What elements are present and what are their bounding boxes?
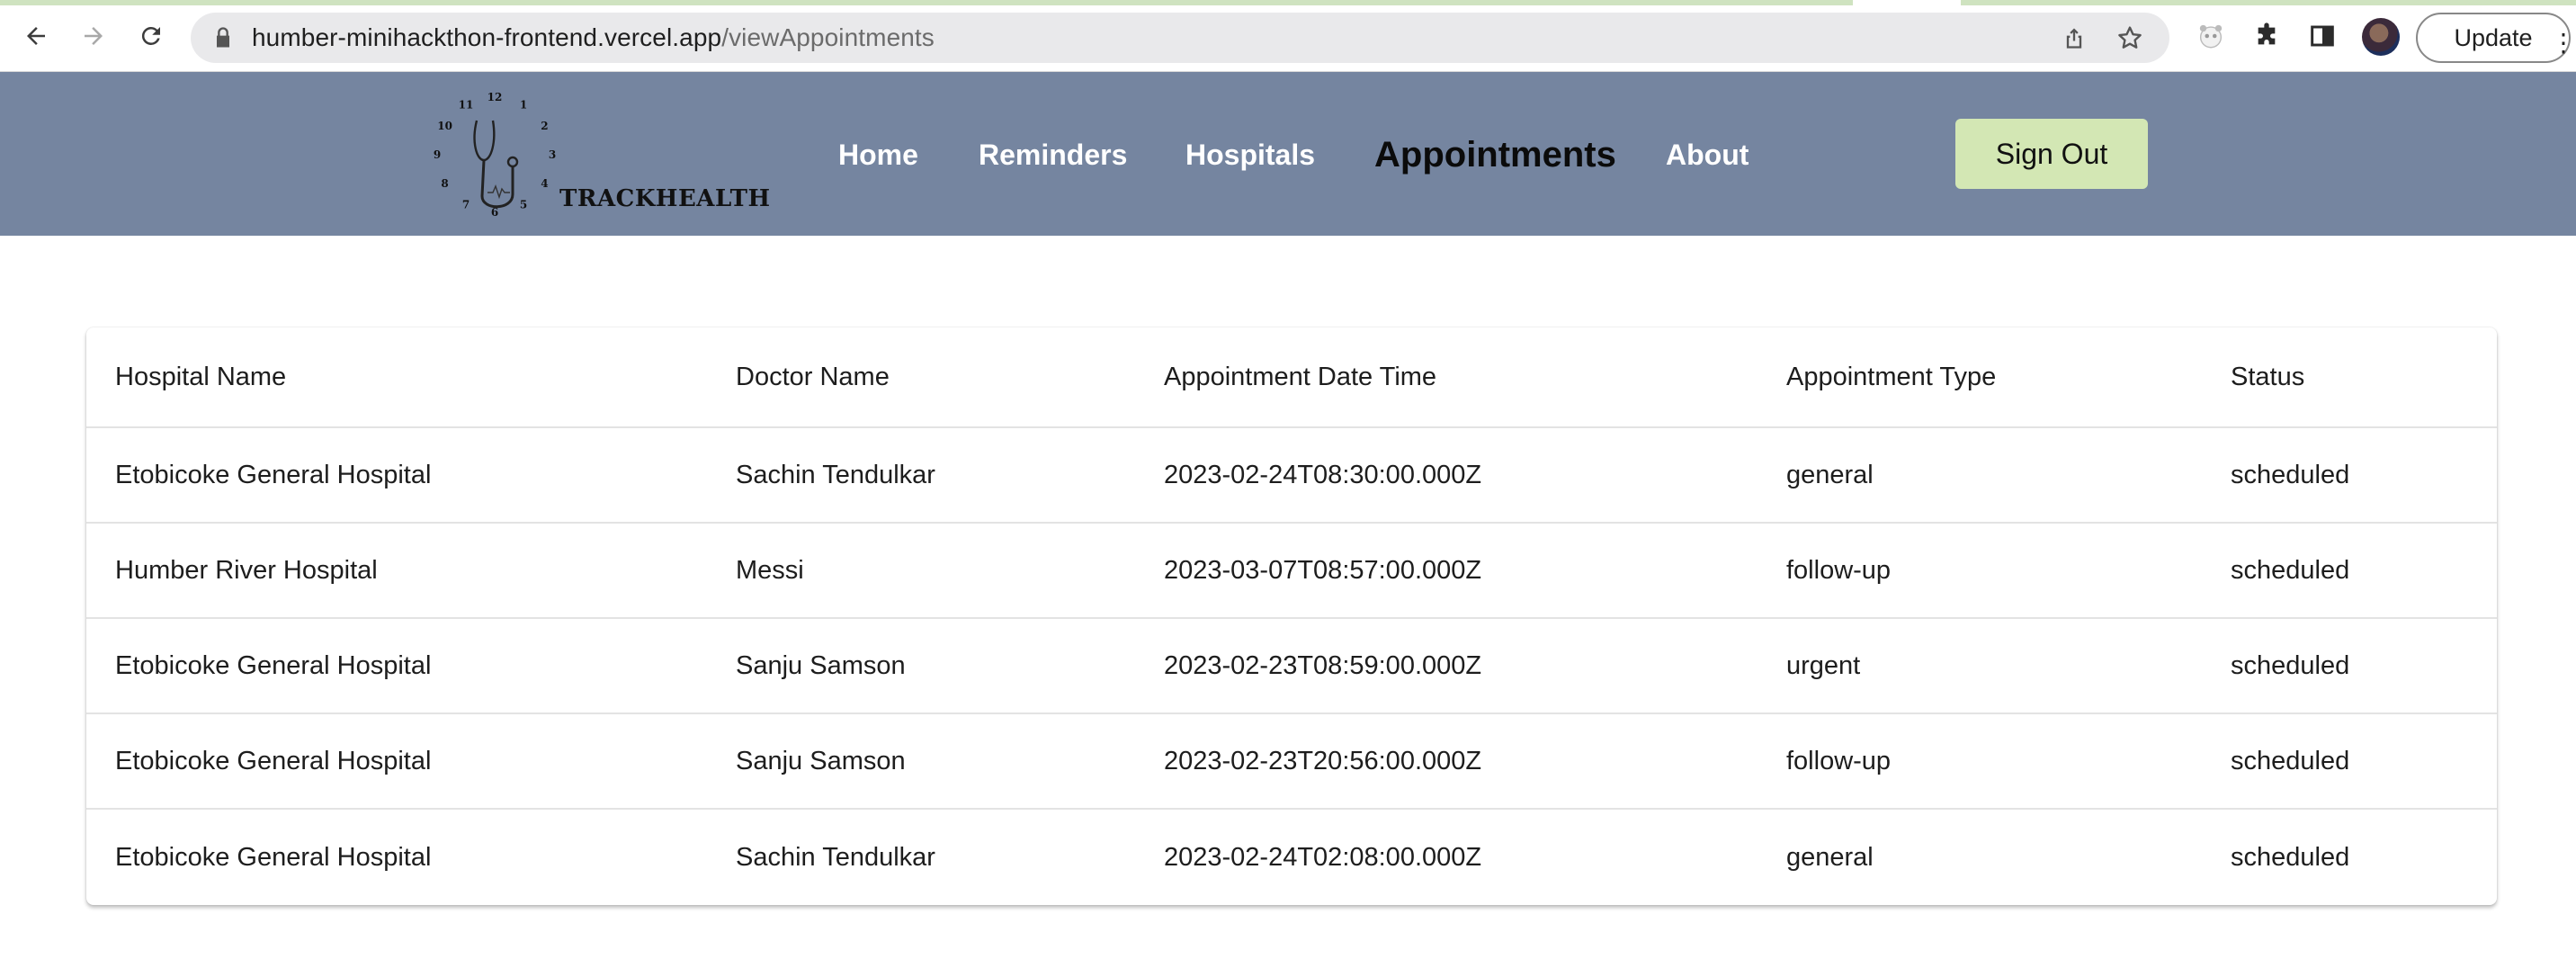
url-path: /viewAppointments <box>721 23 935 51</box>
hospital-cell: Etobicoke General Hospital <box>115 746 432 775</box>
back-icon[interactable] <box>18 18 54 54</box>
address-bar[interactable]: humber-minihackthon-frontend.vercel.app/… <box>191 13 2169 63</box>
status-cell: scheduled <box>2231 746 2350 775</box>
hospital-cell: Humber River Hospital <box>115 555 378 585</box>
datetime-cell: 2023-02-24T02:08:00.000Z <box>1164 842 1482 872</box>
clock-numeral: 7 <box>462 198 470 211</box>
brand-name: TRACKHEALTH <box>559 185 771 212</box>
chrome-menu-icon[interactable]: ⋮ <box>2551 20 2576 67</box>
datetime-cell: 2023-02-23T08:59:00.000Z <box>1164 650 1482 680</box>
table-row: Etobicoke General Hospital Sanju Samson … <box>86 619 2497 714</box>
extensions-puzzle-icon[interactable] <box>2250 20 2283 52</box>
side-panel-icon[interactable] <box>2306 20 2339 52</box>
trackhealth-logo[interactable]: 12 1 2 3 4 5 6 7 8 9 10 11 TRACKHEALTH <box>430 90 772 225</box>
url-host: humber-minihackthon-frontend.vercel.app <box>252 23 722 51</box>
clock-numeral: 4 <box>541 177 548 190</box>
hospital-cell: Etobicoke General Hospital <box>115 460 432 489</box>
clock-numeral: 10 <box>437 120 452 132</box>
status-cell: scheduled <box>2231 842 2350 872</box>
doctor-cell: Sachin Tendulkar <box>736 842 935 872</box>
bookmark-star-icon[interactable] <box>2115 23 2144 52</box>
clock-numeral: 8 <box>441 177 448 190</box>
lock-icon[interactable] <box>210 25 236 50</box>
nav-about-link[interactable]: About <box>1666 139 1749 172</box>
status-cell: scheduled <box>2231 555 2350 585</box>
sign-out-button[interactable]: Sign Out <box>1955 119 2148 189</box>
forward-icon[interactable] <box>76 18 112 54</box>
clock-numeral: 1 <box>520 99 527 112</box>
table-row: Humber River Hospital Messi 2023-03-07T0… <box>86 524 2497 619</box>
page-load-progress <box>0 0 1853 5</box>
url-text: humber-minihackthon-frontend.vercel.app/… <box>252 24 935 51</box>
column-header-doctor: Doctor Name <box>736 362 890 391</box>
profile-avatar[interactable] <box>2362 18 2400 56</box>
browser-toolbar: humber-minihackthon-frontend.vercel.app/… <box>0 0 2576 72</box>
nav-reminders-link[interactable]: Reminders <box>979 139 1127 172</box>
nav-hospitals-link[interactable]: Hospitals <box>1185 139 1315 172</box>
column-header-hospital: Hospital Name <box>115 362 287 391</box>
share-icon[interactable] <box>2062 25 2087 50</box>
reload-icon[interactable] <box>133 18 169 54</box>
column-header-type: Appointment Type <box>1786 362 1997 391</box>
clock-numeral: 12 <box>487 91 503 103</box>
type-cell: follow-up <box>1786 555 1892 585</box>
doctor-cell: Sanju Samson <box>736 746 906 775</box>
update-button[interactable]: Update ⋮ <box>2416 13 2576 63</box>
type-cell: follow-up <box>1786 746 1892 775</box>
status-cell: scheduled <box>2231 460 2350 489</box>
doctor-cell: Sachin Tendulkar <box>736 460 935 489</box>
hospital-cell: Etobicoke General Hospital <box>115 650 432 680</box>
update-label: Update <box>2454 24 2533 51</box>
doctor-cell: Sanju Samson <box>736 650 906 680</box>
table-row: Etobicoke General Hospital Sachin Tendul… <box>86 810 2497 905</box>
clock-numeral: 9 <box>434 148 441 161</box>
hospital-cell: Etobicoke General Hospital <box>115 842 432 872</box>
type-cell: general <box>1786 842 1874 872</box>
clock-numeral: 5 <box>520 198 527 211</box>
column-header-status: Status <box>2231 362 2305 391</box>
extension-panda-icon[interactable] <box>2195 20 2227 52</box>
type-cell: urgent <box>1786 650 1861 680</box>
table-row: Etobicoke General Hospital Sanju Samson … <box>86 714 2497 810</box>
nav-home-link[interactable]: Home <box>838 139 918 172</box>
nav-appointments-link[interactable]: Appointments <box>1374 135 1616 175</box>
status-cell: scheduled <box>2231 650 2350 680</box>
doctor-cell: Messi <box>736 555 804 585</box>
datetime-cell: 2023-02-24T08:30:00.000Z <box>1164 460 1482 489</box>
clock-numeral: 2 <box>541 120 548 132</box>
datetime-cell: 2023-02-23T20:56:00.000Z <box>1164 746 1482 775</box>
clock-numeral: 11 <box>459 99 474 112</box>
table-row: Etobicoke General Hospital Sachin Tendul… <box>86 428 2497 524</box>
type-cell: general <box>1786 460 1874 489</box>
datetime-cell: 2023-03-07T08:57:00.000Z <box>1164 555 1482 585</box>
column-header-datetime: Appointment Date Time <box>1164 362 1437 391</box>
table-header-row: Hospital Name Doctor Name Appointment Da… <box>86 327 2497 428</box>
clock-numeral: 3 <box>549 148 556 161</box>
appointments-table: Hospital Name Doctor Name Appointment Da… <box>86 327 2497 905</box>
page-load-progress-tail <box>1961 0 2576 5</box>
